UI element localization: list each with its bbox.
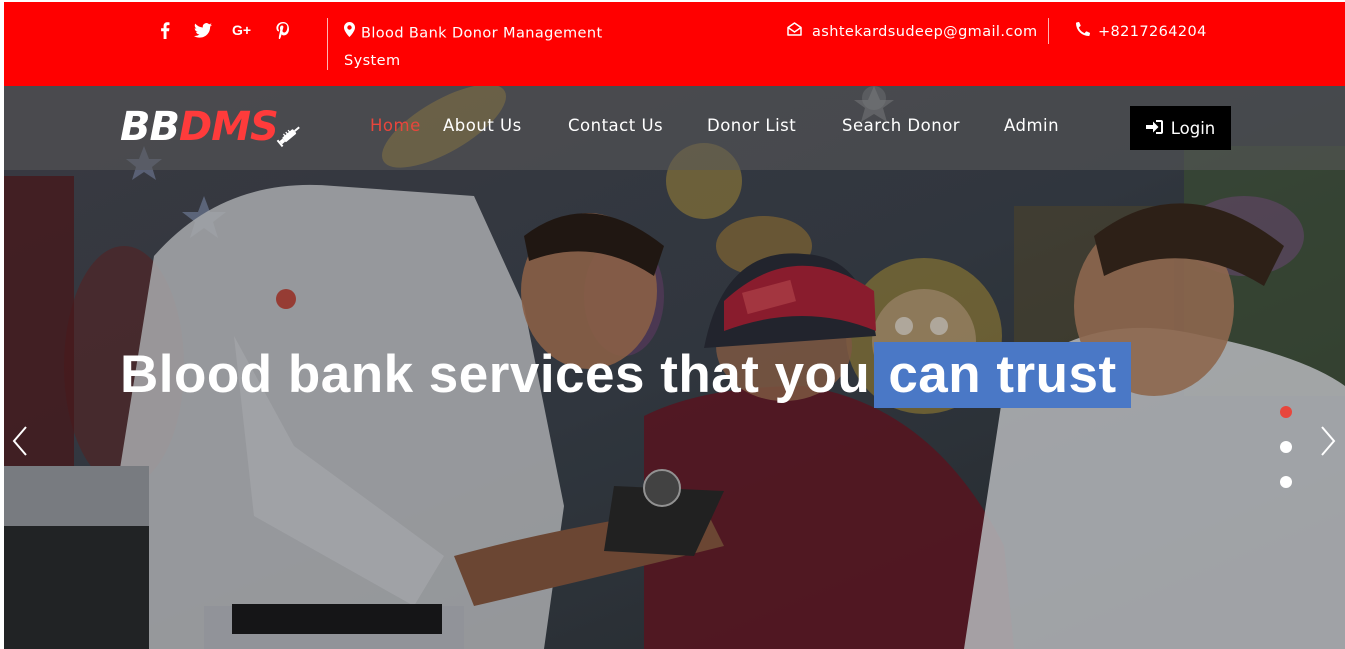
logo-text-dms: DMS <box>178 104 279 150</box>
logo-text-bb: BB <box>120 104 180 150</box>
address-label: Blood Bank Donor Management System <box>344 25 603 69</box>
carousel-dot-3[interactable] <box>1280 476 1292 488</box>
sign-in-icon <box>1145 119 1163 138</box>
pinterest-icon[interactable] <box>274 20 292 40</box>
syringe-icon <box>276 122 304 152</box>
nav-donor-list[interactable]: Donor List <box>707 116 796 135</box>
login-button[interactable]: Login <box>1130 106 1231 150</box>
nav-home[interactable]: Home <box>370 116 421 135</box>
carousel-dot-1[interactable] <box>1280 406 1292 418</box>
email-contact[interactable]: ashtekardsudeep@gmail.com <box>787 20 1038 44</box>
nav-about-us[interactable]: About Us <box>443 116 522 135</box>
site-logo[interactable]: BBDMS <box>120 104 279 150</box>
carousel-dot-2[interactable] <box>1280 441 1292 453</box>
topbar-divider <box>1048 18 1049 44</box>
map-marker-icon <box>344 20 355 47</box>
hero-headline-main: Blood bank services that you <box>120 345 871 404</box>
facebook-icon[interactable] <box>156 20 174 40</box>
phone-icon <box>1075 20 1091 44</box>
envelope-open-icon <box>787 20 802 44</box>
twitter-icon[interactable] <box>194 20 212 40</box>
chevron-left-icon <box>12 426 28 460</box>
carousel-prev-button[interactable] <box>12 426 28 460</box>
top-bar: G+ Blood Bank Donor Management System as… <box>4 2 1345 86</box>
hero-headline: Blood bank services that you can trust <box>120 342 1131 408</box>
nav-admin[interactable]: Admin <box>1004 116 1059 135</box>
phone-label: +8217264204 <box>1098 24 1207 40</box>
social-links: G+ <box>156 20 292 40</box>
main-navbar: BBDMS Home About Us Contact Us Donor Lis… <box>4 86 1345 170</box>
google-plus-icon[interactable]: G+ <box>232 20 254 40</box>
nav-contact-us[interactable]: Contact Us <box>568 116 663 135</box>
login-label: Login <box>1170 118 1216 138</box>
email-label: ashtekardsudeep@gmail.com <box>812 24 1038 40</box>
topbar-divider <box>327 18 328 70</box>
address-text: Blood Bank Donor Management System <box>344 20 624 75</box>
nav-search-donor[interactable]: Search Donor <box>842 116 960 135</box>
carousel-next-button[interactable] <box>1320 426 1336 460</box>
phone-contact[interactable]: +8217264204 <box>1075 20 1207 44</box>
hero-headline-highlight: can trust <box>874 342 1131 408</box>
carousel-indicators <box>1280 406 1292 488</box>
hero-carousel: BBDMS Home About Us Contact Us Donor Lis… <box>4 86 1345 649</box>
svg-text:G+: G+ <box>232 23 251 37</box>
chevron-right-icon <box>1320 426 1336 460</box>
